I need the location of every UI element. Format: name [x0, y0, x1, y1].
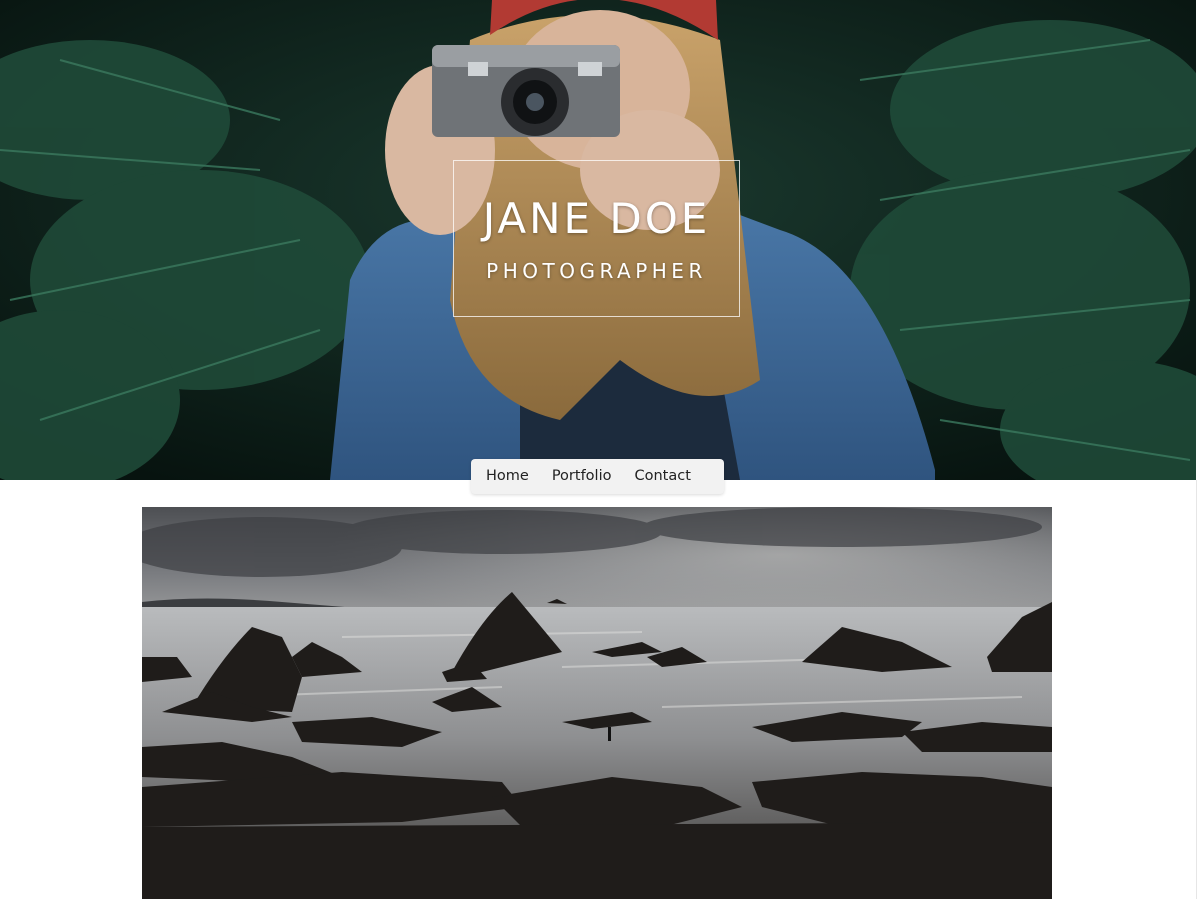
portfolio-image [142, 507, 1052, 899]
page-edge-divider [1196, 480, 1197, 899]
main-nav: Home Portfolio Contact [471, 459, 724, 494]
hero-banner: JANE DOE PHOTOGRAPHER [0, 0, 1196, 480]
nav-item-portfolio[interactable]: Portfolio [545, 459, 619, 494]
page: JANE DOE PHOTOGRAPHER Home Portfolio Con… [0, 0, 1199, 899]
hero-name: JANE DOE [482, 194, 711, 243]
nav-item-home[interactable]: Home [479, 459, 536, 494]
coastline-photo [142, 507, 1052, 899]
hero-role: PHOTOGRAPHER [486, 259, 707, 283]
nav-item-contact[interactable]: Contact [627, 459, 697, 494]
hero-title-box: JANE DOE PHOTOGRAPHER [453, 160, 740, 317]
